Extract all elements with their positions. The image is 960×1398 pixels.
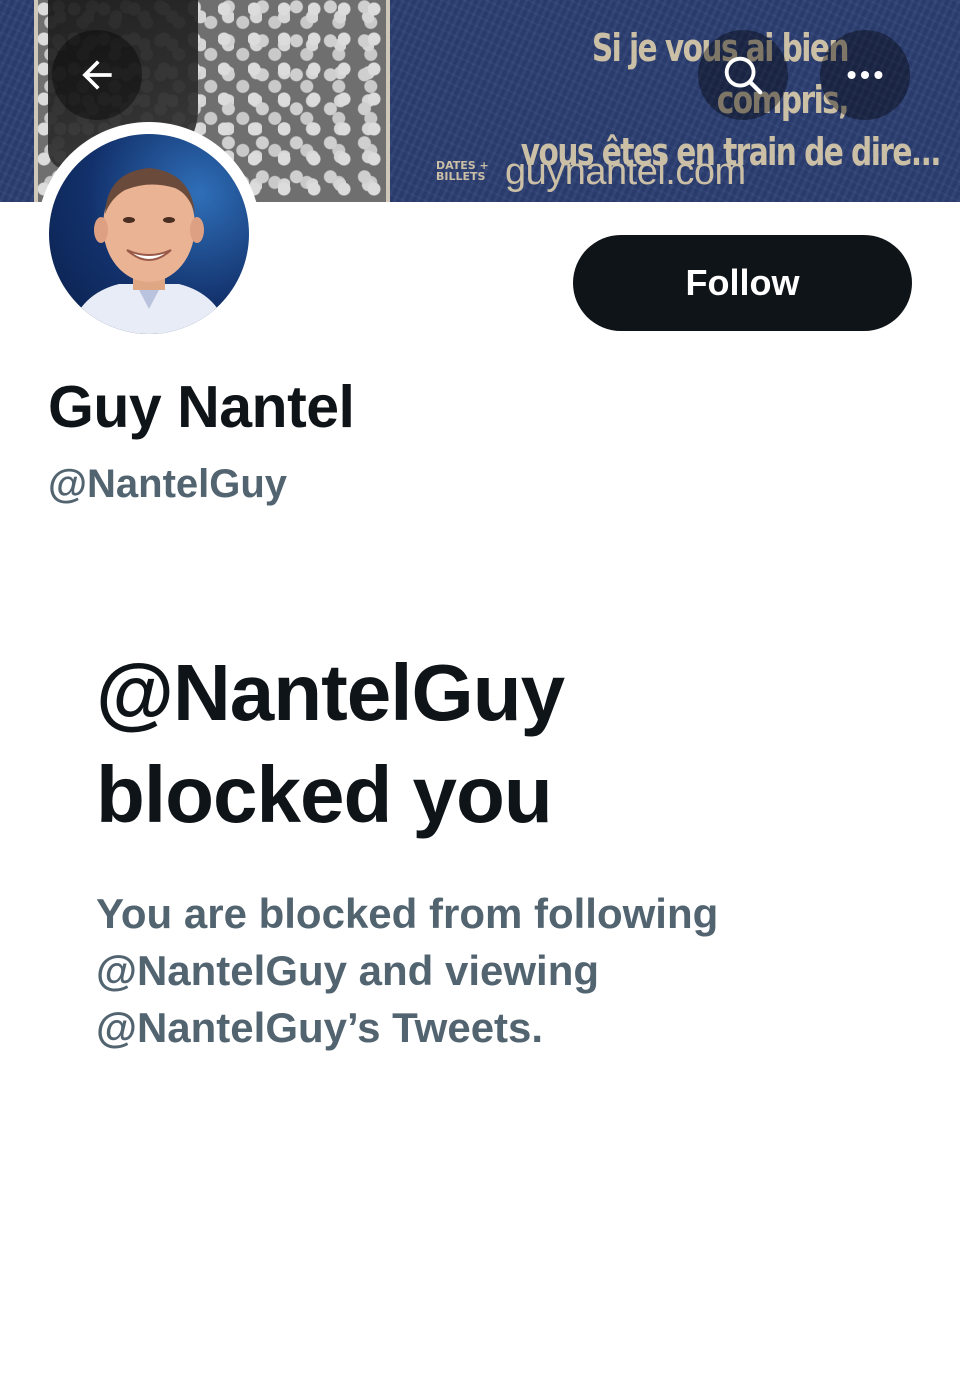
more-horizontal-icon [847,70,883,80]
back-button[interactable] [52,30,142,120]
avatar-photo [69,168,229,334]
blocked-desc-line2: @NantelGuy and viewing [96,947,600,994]
banner-dates-line2: BILLETS [436,170,486,183]
blocked-desc-line3: @NantelGuy’s Tweets. [96,1004,544,1051]
blocked-description: You are blocked from following @NantelGu… [96,885,876,1056]
more-options-button[interactable] [820,30,910,120]
blocked-title: @NantelGuy blocked you [96,642,876,846]
profile-page: Si je vous ai bien compris, vous êtes en… [0,0,960,1398]
search-icon [724,56,763,95]
arrow-left-icon [82,60,112,90]
blocked-desc-line1: You are blocked from following [96,890,719,937]
banner-website: guynantel.com [505,151,746,193]
profile-display-name: Guy Nantel [48,374,355,440]
profile-handle: @NantelGuy [48,462,288,506]
search-button[interactable] [698,30,788,120]
banner-tagline-line1: Si je vous ai bien compris, [591,26,850,122]
avatar[interactable] [49,134,249,334]
blocked-title-line2: blocked you [96,750,553,839]
blocked-title-line1: @NantelGuy [96,648,565,737]
follow-button[interactable]: Follow [573,235,912,331]
banner-dates-label: DATES + BILLETS [436,160,489,182]
